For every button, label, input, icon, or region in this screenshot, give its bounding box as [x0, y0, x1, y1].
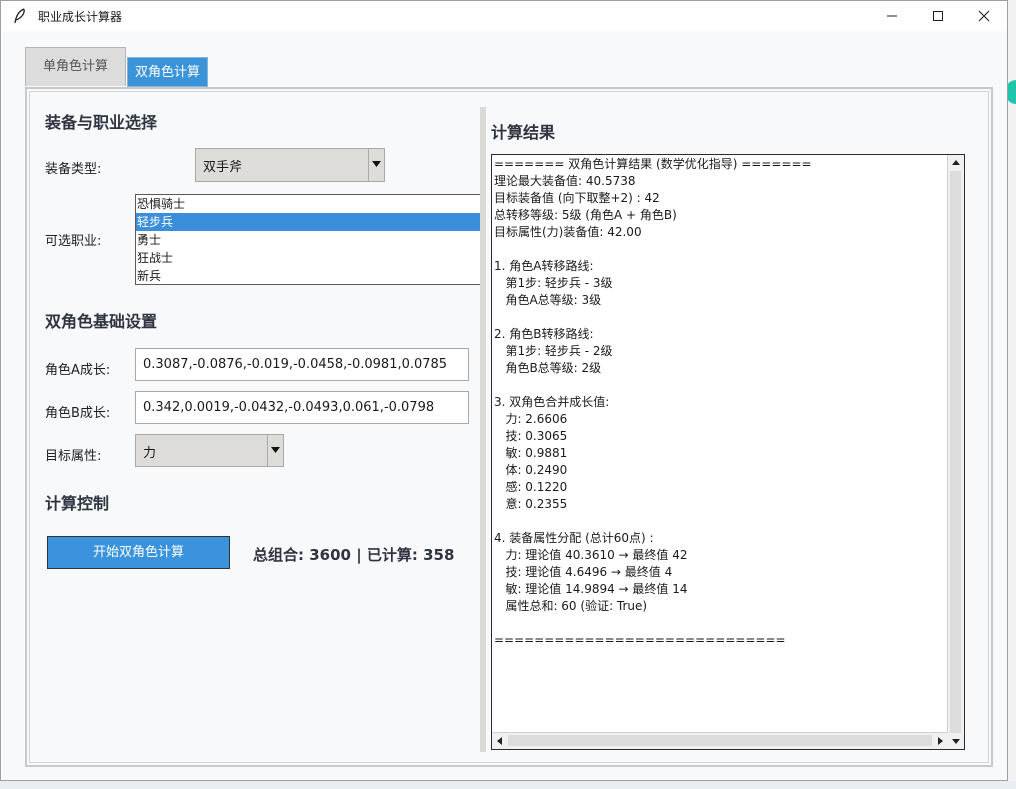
chevron-down-icon: [372, 161, 381, 167]
result-line: 力: 2.6606: [494, 412, 568, 426]
result-line: [494, 615, 949, 632]
result-line: [494, 513, 949, 530]
result-line: 第1步: 轻步兵 - 3级: [494, 276, 613, 290]
horizontal-scrollbar[interactable]: [492, 732, 948, 749]
result-line: 技: 理论值 4.6496 → 最终值 4: [494, 565, 673, 579]
start-dual-calc-button[interactable]: 开始双角色计算: [47, 536, 230, 569]
result-line: 敏: 0.9881: [494, 446, 568, 460]
career-item[interactable]: 狂战士: [136, 249, 480, 267]
result-textbox[interactable]: ======= 双角色计算结果 (数学优化指导) ======= 理论最大装备值:…: [491, 154, 965, 750]
title-bar: 职业成长计算器: [1, 1, 1007, 31]
career-listbox[interactable]: 恐惧骑士 轻步兵 勇士 狂战士 新兵: [135, 194, 481, 285]
result-line: 第1步: 轻步兵 - 2级: [494, 344, 613, 358]
dual-role-panel: 装备与职业选择 装备类型: 双手斧 可选职业: 恐惧骑士 轻步兵 勇士 狂战士 …: [25, 87, 993, 767]
target-attr-select[interactable]: 力: [135, 434, 284, 467]
target-attr-dropdown-button[interactable]: [267, 435, 283, 466]
result-line: 总转移等级: 5级 (角色A + 角色B): [494, 208, 677, 222]
result-line: ======= 双角色计算结果 (数学优化指导) =======: [494, 157, 812, 171]
close-icon: [978, 10, 990, 22]
target-attr-value: 力: [143, 446, 157, 461]
result-line: 意: 0.2355: [494, 497, 568, 511]
section-base-title: 双角色基础设置: [45, 312, 158, 331]
result-line: [494, 241, 949, 258]
equip-type-value: 双手斧: [203, 160, 243, 175]
result-line: 4. 装备属性分配 (总计60点) :: [494, 531, 654, 545]
result-line: 感: 0.1220: [494, 480, 568, 494]
scroll-right-icon[interactable]: [938, 737, 943, 745]
feather-icon: [13, 8, 27, 24]
result-line: 属性总和: 60 (验证: True): [494, 599, 648, 613]
client-area: 单角色计算 双角色计算 装备与职业选择 装备类型: 双手斧 可选职业: 恐惧骑士…: [2, 31, 1007, 780]
career-item[interactable]: 勇士: [136, 231, 480, 249]
growth-a-input[interactable]: 0.3087,-0.0876,-0.019,-0.0458,-0.0981,0.…: [135, 348, 469, 381]
result-line: 理论最大装备值: 40.5738: [494, 174, 636, 188]
result-title: 计算结果: [491, 123, 556, 142]
window-title: 职业成长计算器: [38, 10, 123, 24]
result-line: 1. 角色A转移路线:: [494, 259, 594, 273]
horizontal-scroll-thumb[interactable]: [508, 735, 932, 746]
minimize-icon: [887, 15, 897, 17]
equip-type-select[interactable]: 双手斧: [195, 148, 385, 182]
growth-a-label: 角色A成长:: [45, 363, 111, 378]
scroll-up-icon[interactable]: [952, 160, 960, 165]
career-item-selected[interactable]: 轻步兵: [136, 213, 480, 231]
result-line: [494, 377, 949, 394]
growth-b-input[interactable]: 0.342,0.0019,-0.0432,-0.0493,0.061,-0.07…: [135, 391, 469, 424]
panel-frame: 装备与职业选择 装备类型: 双手斧 可选职业: 恐惧骑士 轻步兵 勇士 狂战士 …: [29, 91, 989, 763]
equip-type-dropdown-button[interactable]: [368, 149, 384, 181]
result-line: 目标装备值 (向下取整+2) : 42: [494, 191, 660, 205]
result-text: ======= 双角色计算结果 (数学优化指导) ======= 理论最大装备值:…: [493, 156, 949, 734]
tab-single-role[interactable]: 单角色计算: [25, 47, 126, 86]
growth-b-label: 角色B成长:: [45, 406, 111, 421]
vertical-scroll-thumb[interactable]: [950, 171, 961, 733]
maximize-icon: [933, 11, 943, 21]
close-button[interactable]: [961, 1, 1007, 31]
result-line: 角色B总等级: 2级: [494, 361, 602, 375]
result-line: 技: 0.3065: [494, 429, 568, 443]
background-window-edge: [1008, 0, 1016, 789]
vertical-scrollbar[interactable]: [947, 155, 964, 749]
career-label: 可选职业:: [45, 234, 102, 249]
result-line: [494, 309, 949, 326]
target-attr-label: 目标属性:: [45, 449, 102, 464]
career-item[interactable]: 新兵: [136, 267, 480, 284]
career-item[interactable]: 恐惧骑士: [136, 195, 480, 213]
scroll-down-icon[interactable]: [952, 739, 960, 744]
result-line: 2. 角色B转移路线:: [494, 327, 594, 341]
equip-type-label: 装备类型:: [45, 162, 102, 177]
result-line: 目标属性(力)装备值: 42.00: [494, 225, 642, 239]
section-equip-title: 装备与职业选择: [45, 113, 158, 132]
minimize-button[interactable]: [869, 1, 915, 31]
result-line: 角色A总等级: 3级: [494, 293, 602, 307]
section-control-title: 计算控制: [45, 494, 110, 513]
maximize-button[interactable]: [915, 1, 961, 31]
result-line: 体: 0.2490: [494, 463, 568, 477]
result-line: 敏: 理论值 14.9894 → 最终值 14: [494, 582, 688, 596]
background-desktop-strip: [0, 781, 1016, 789]
result-line: 3. 双角色合并成长值:: [494, 395, 610, 409]
app-window: 职业成长计算器 单角色计算 双角色计算 装备与职业选择 装备类型: 双手斧 可选…: [0, 0, 1008, 781]
pane-splitter[interactable]: [480, 107, 486, 752]
result-line: 力: 理论值 40.3610 → 最终值 42: [494, 548, 688, 562]
calc-stats: 总组合: 3600 | 已计算: 358: [253, 546, 455, 564]
tab-dual-role[interactable]: 双角色计算: [127, 57, 208, 87]
chevron-down-icon: [271, 447, 280, 453]
result-line: =============================: [494, 633, 786, 647]
scroll-left-icon[interactable]: [497, 737, 502, 745]
